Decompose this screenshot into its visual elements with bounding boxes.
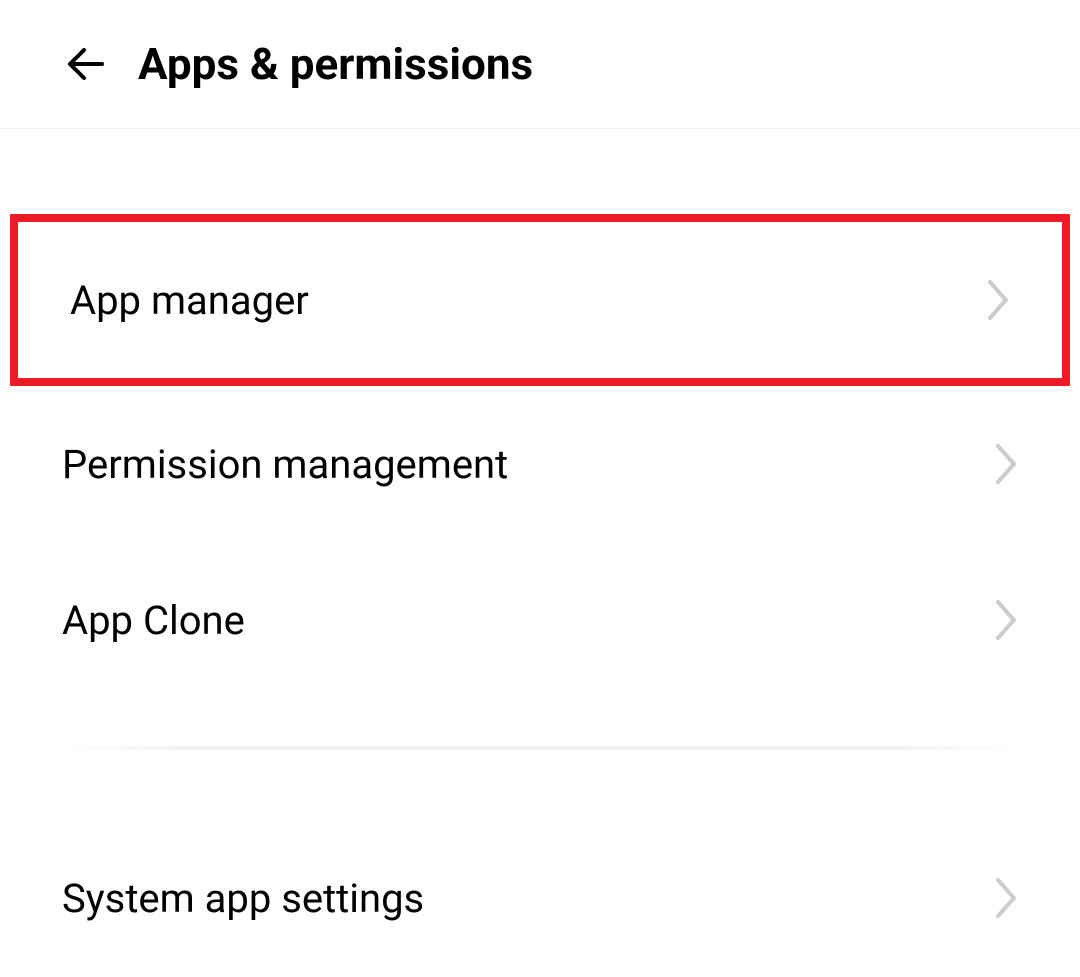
- highlight-app-manager: App manager: [10, 214, 1070, 386]
- list-item-permission-management[interactable]: Permission management: [0, 386, 1080, 542]
- spacer: [0, 750, 1080, 820]
- chevron-right-icon: [996, 878, 1018, 918]
- list-item-label: System app settings: [62, 875, 424, 922]
- list-item-app-manager[interactable]: App manager: [18, 222, 1062, 378]
- chevron-right-icon: [996, 444, 1018, 484]
- list-item-label: App Clone: [62, 597, 245, 644]
- spacer: [0, 129, 1080, 214]
- page-title: Apps & permissions: [138, 38, 533, 90]
- back-arrow-icon[interactable]: [62, 40, 110, 88]
- list-item-system-app-settings[interactable]: System app settings: [0, 820, 1080, 976]
- header: Apps & permissions: [0, 0, 1080, 129]
- chevron-right-icon: [988, 280, 1010, 320]
- list-item-app-clone[interactable]: App Clone: [0, 542, 1080, 698]
- chevron-right-icon: [996, 600, 1018, 640]
- list-item-label: App manager: [70, 277, 309, 324]
- list-item-label: Permission management: [62, 441, 508, 488]
